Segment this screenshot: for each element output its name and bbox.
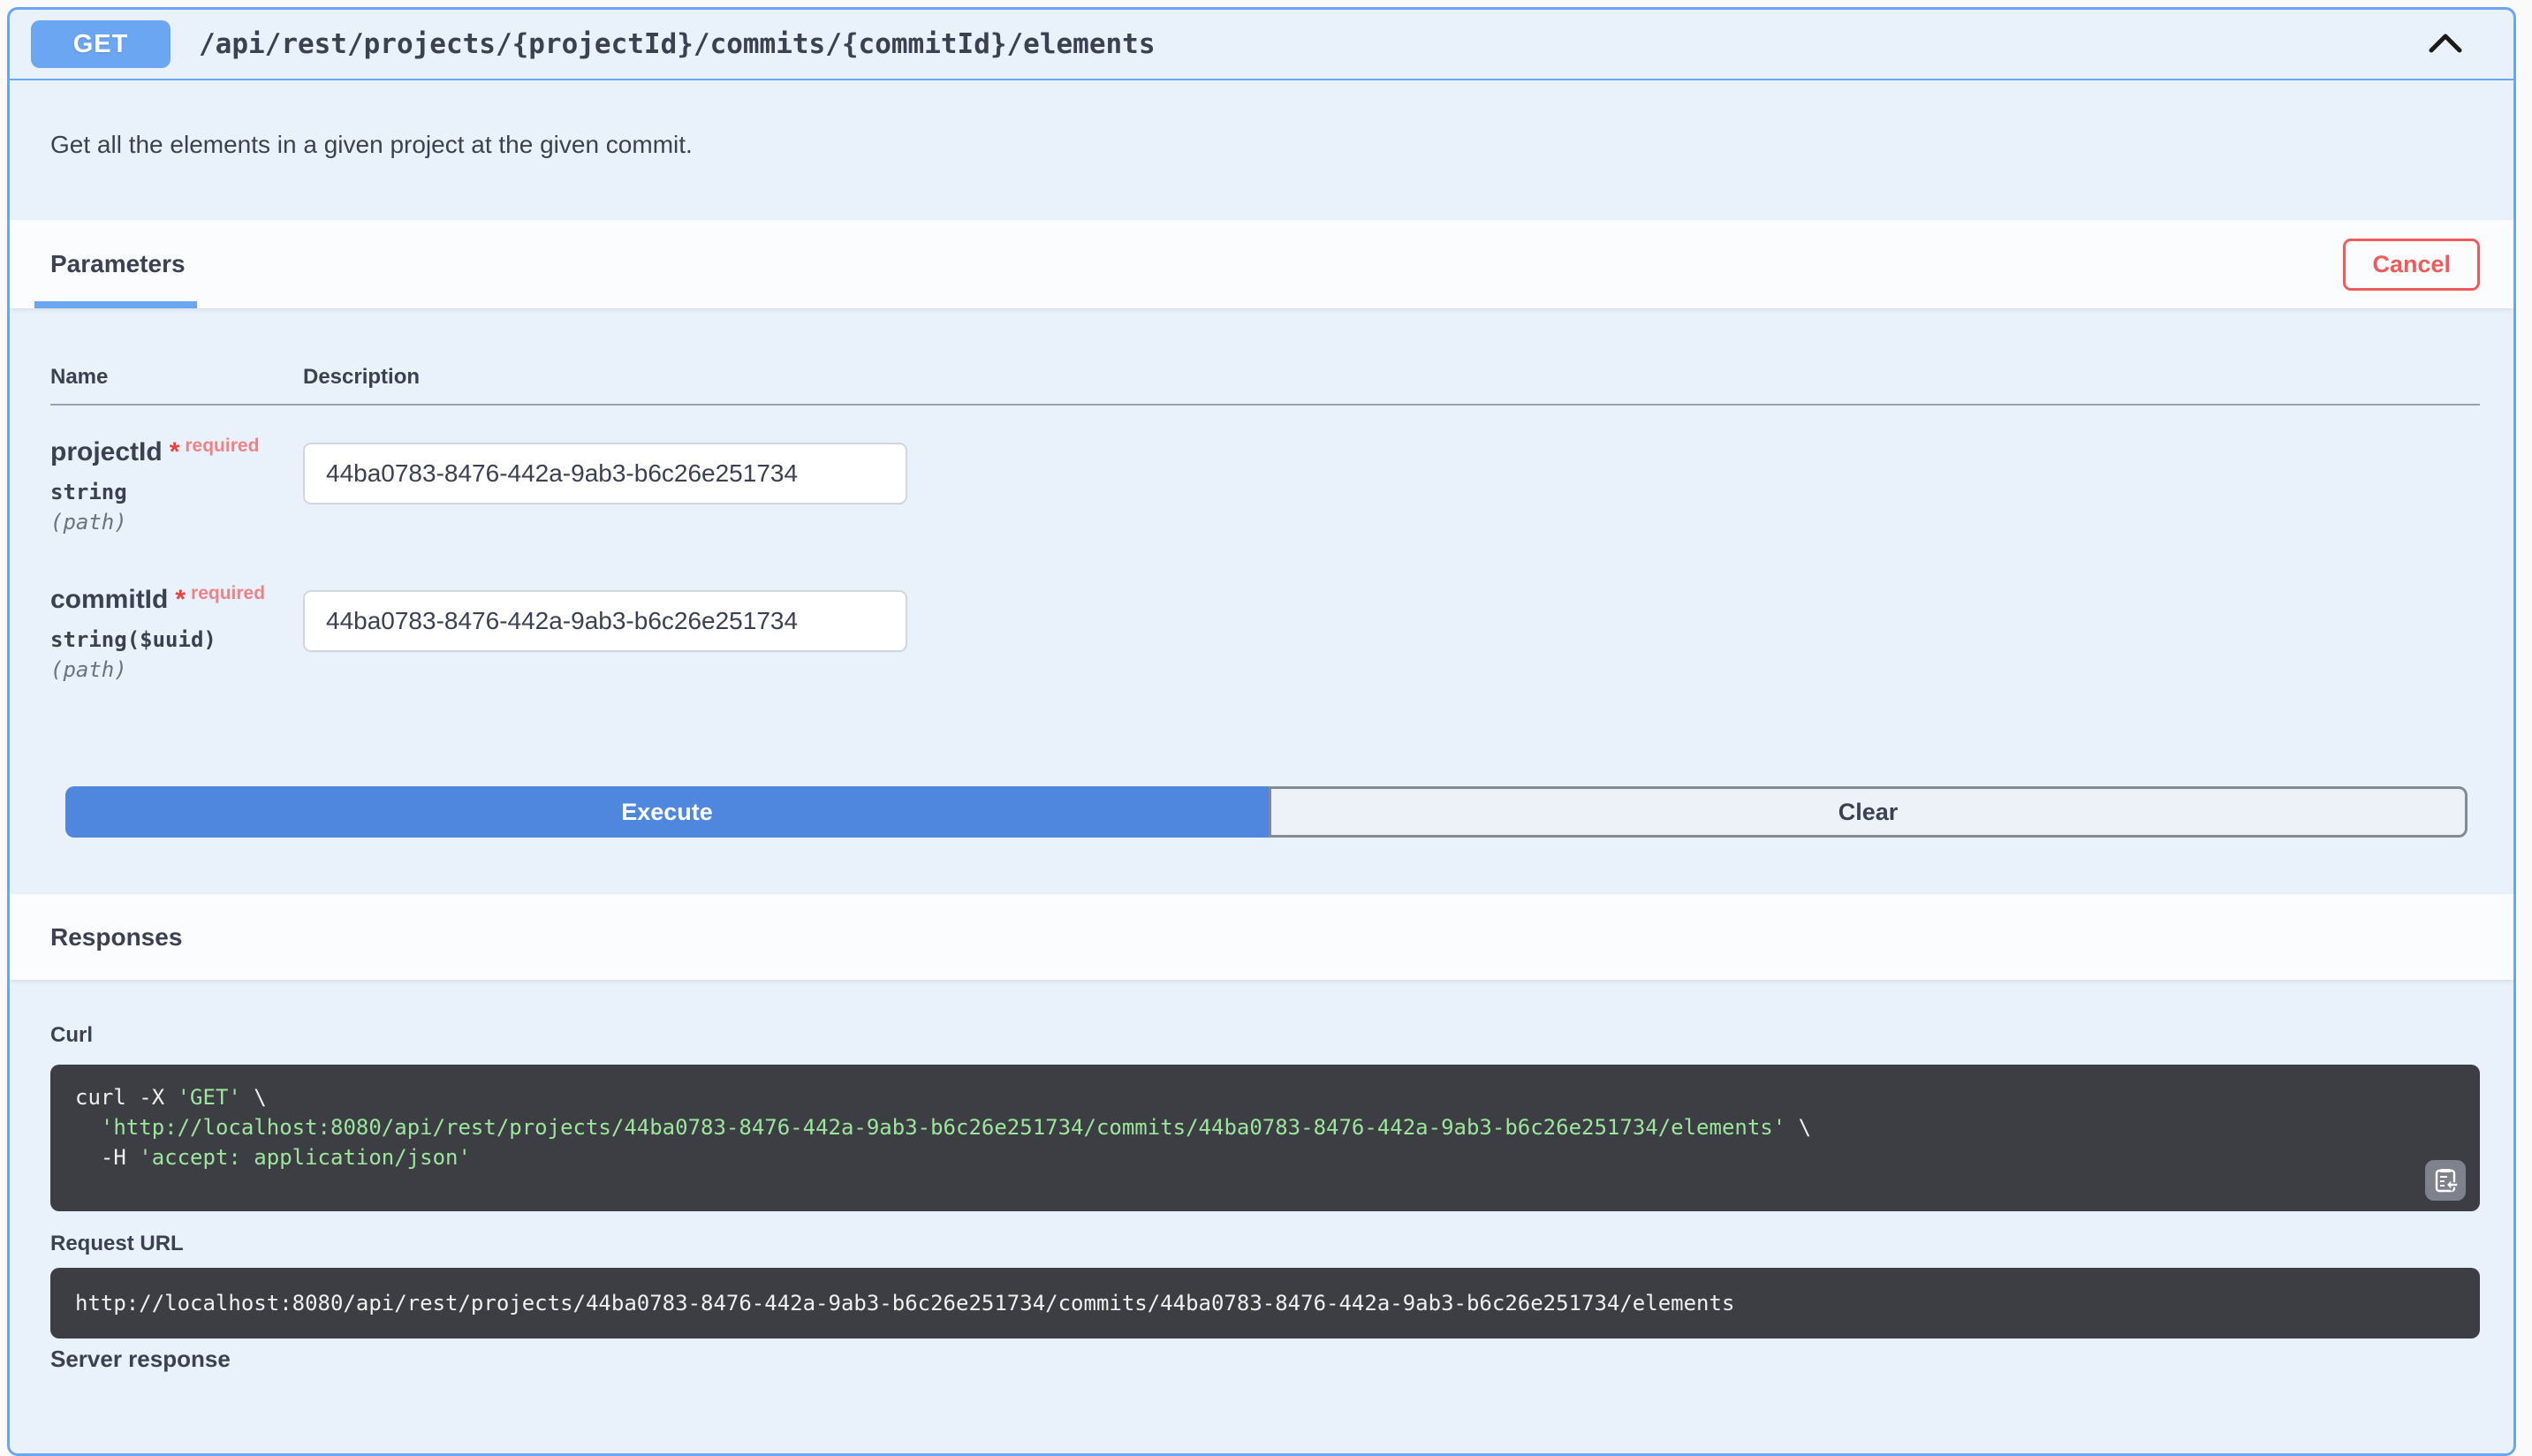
- param-value-cell: [303, 578, 2480, 683]
- code-segment: 'http://localhost:8080/api/rest/projects…: [101, 1115, 1785, 1140]
- operation-description: Get all the elements in a given project …: [10, 80, 2513, 220]
- param-value-cell: [303, 430, 2480, 535]
- endpoint-path: /api/rest/projects/{projectId}/commits/{…: [199, 28, 2414, 60]
- param-type: string: [50, 479, 303, 505]
- curl-line: -H 'accept: application/json': [75, 1142, 2455, 1172]
- server-response-label: Server response: [50, 1346, 2480, 1373]
- parameters-tab-label: Parameters: [50, 250, 186, 277]
- commitid-input[interactable]: [303, 590, 907, 652]
- copy-to-clipboard-button[interactable]: [2425, 1160, 2466, 1201]
- api-operation-panel: GET /api/rest/projects/{projectId}/commi…: [7, 7, 2516, 1456]
- code-segment: [75, 1115, 101, 1140]
- param-name: projectId: [50, 437, 163, 466]
- param-name-line: commitId*required: [50, 578, 303, 616]
- code-segment: \: [1785, 1115, 1811, 1140]
- cancel-button[interactable]: Cancel: [2343, 239, 2480, 291]
- required-label: required: [185, 436, 259, 456]
- collapse-button[interactable]: [2414, 19, 2476, 69]
- parameters-table-headers: Name Description: [50, 365, 2480, 390]
- table-header-divider: [50, 404, 2480, 406]
- param-name-line: projectId*required: [50, 430, 303, 468]
- projectid-input[interactable]: [303, 443, 907, 504]
- execute-button[interactable]: Execute: [65, 786, 1269, 838]
- parameters-section-header: Parameters Cancel: [10, 220, 2513, 308]
- request-url-label: Request URL: [50, 1231, 2480, 1257]
- execute-clear-group: Execute Clear: [65, 786, 2468, 838]
- param-type: string($uuid): [50, 626, 303, 653]
- name-column-header: Name: [50, 365, 303, 390]
- responses-title: Responses: [50, 923, 182, 952]
- curl-line: curl -X 'GET' \: [75, 1082, 2455, 1112]
- table-row: commitId*required string($uuid) (path): [50, 578, 2480, 683]
- required-star: *: [175, 585, 186, 614]
- param-location: (path): [50, 656, 303, 683]
- param-name-cell: projectId*required string (path): [50, 430, 303, 535]
- code-segment: 'accept: application/json': [139, 1145, 471, 1170]
- curl-label: Curl: [50, 1022, 2480, 1049]
- copy-to-clipboard-icon: [2432, 1166, 2459, 1195]
- required-label: required: [191, 583, 265, 603]
- table-row: projectId*required string (path): [50, 430, 2480, 535]
- code-segment: -H: [75, 1145, 139, 1170]
- operation-summary-bar[interactable]: GET /api/rest/projects/{projectId}/commi…: [10, 10, 2513, 80]
- param-name-cell: commitId*required string($uuid) (path): [50, 578, 303, 683]
- description-column-header: Description: [303, 365, 2480, 390]
- chevron-up-icon: [2421, 26, 2470, 64]
- code-segment: \: [241, 1085, 267, 1110]
- spacer: [50, 838, 2480, 894]
- curl-line: 'http://localhost:8080/api/rest/projects…: [75, 1112, 2455, 1142]
- code-segment: 'GET': [178, 1085, 241, 1110]
- responses-section-header: Responses: [10, 894, 2513, 980]
- clear-button[interactable]: Clear: [1269, 786, 2468, 838]
- param-location: (path): [50, 509, 303, 535]
- parameters-table: Name Description projectId*required stri…: [10, 308, 2513, 894]
- request-url-block: http://localhost:8080/api/rest/projects/…: [50, 1268, 2480, 1338]
- curl-command-block: curl -X 'GET' \ 'http://localhost:8080/a…: [50, 1065, 2480, 1211]
- http-method-badge: GET: [31, 20, 171, 68]
- code-segment: curl -X: [75, 1085, 178, 1110]
- param-name: commitId: [50, 585, 168, 614]
- required-star: *: [170, 437, 180, 466]
- responses-body: Curl curl -X 'GET' \ 'http://localhost:8…: [10, 980, 2513, 1373]
- tab-parameters[interactable]: Parameters: [50, 250, 186, 278]
- active-tab-underline: [34, 301, 197, 308]
